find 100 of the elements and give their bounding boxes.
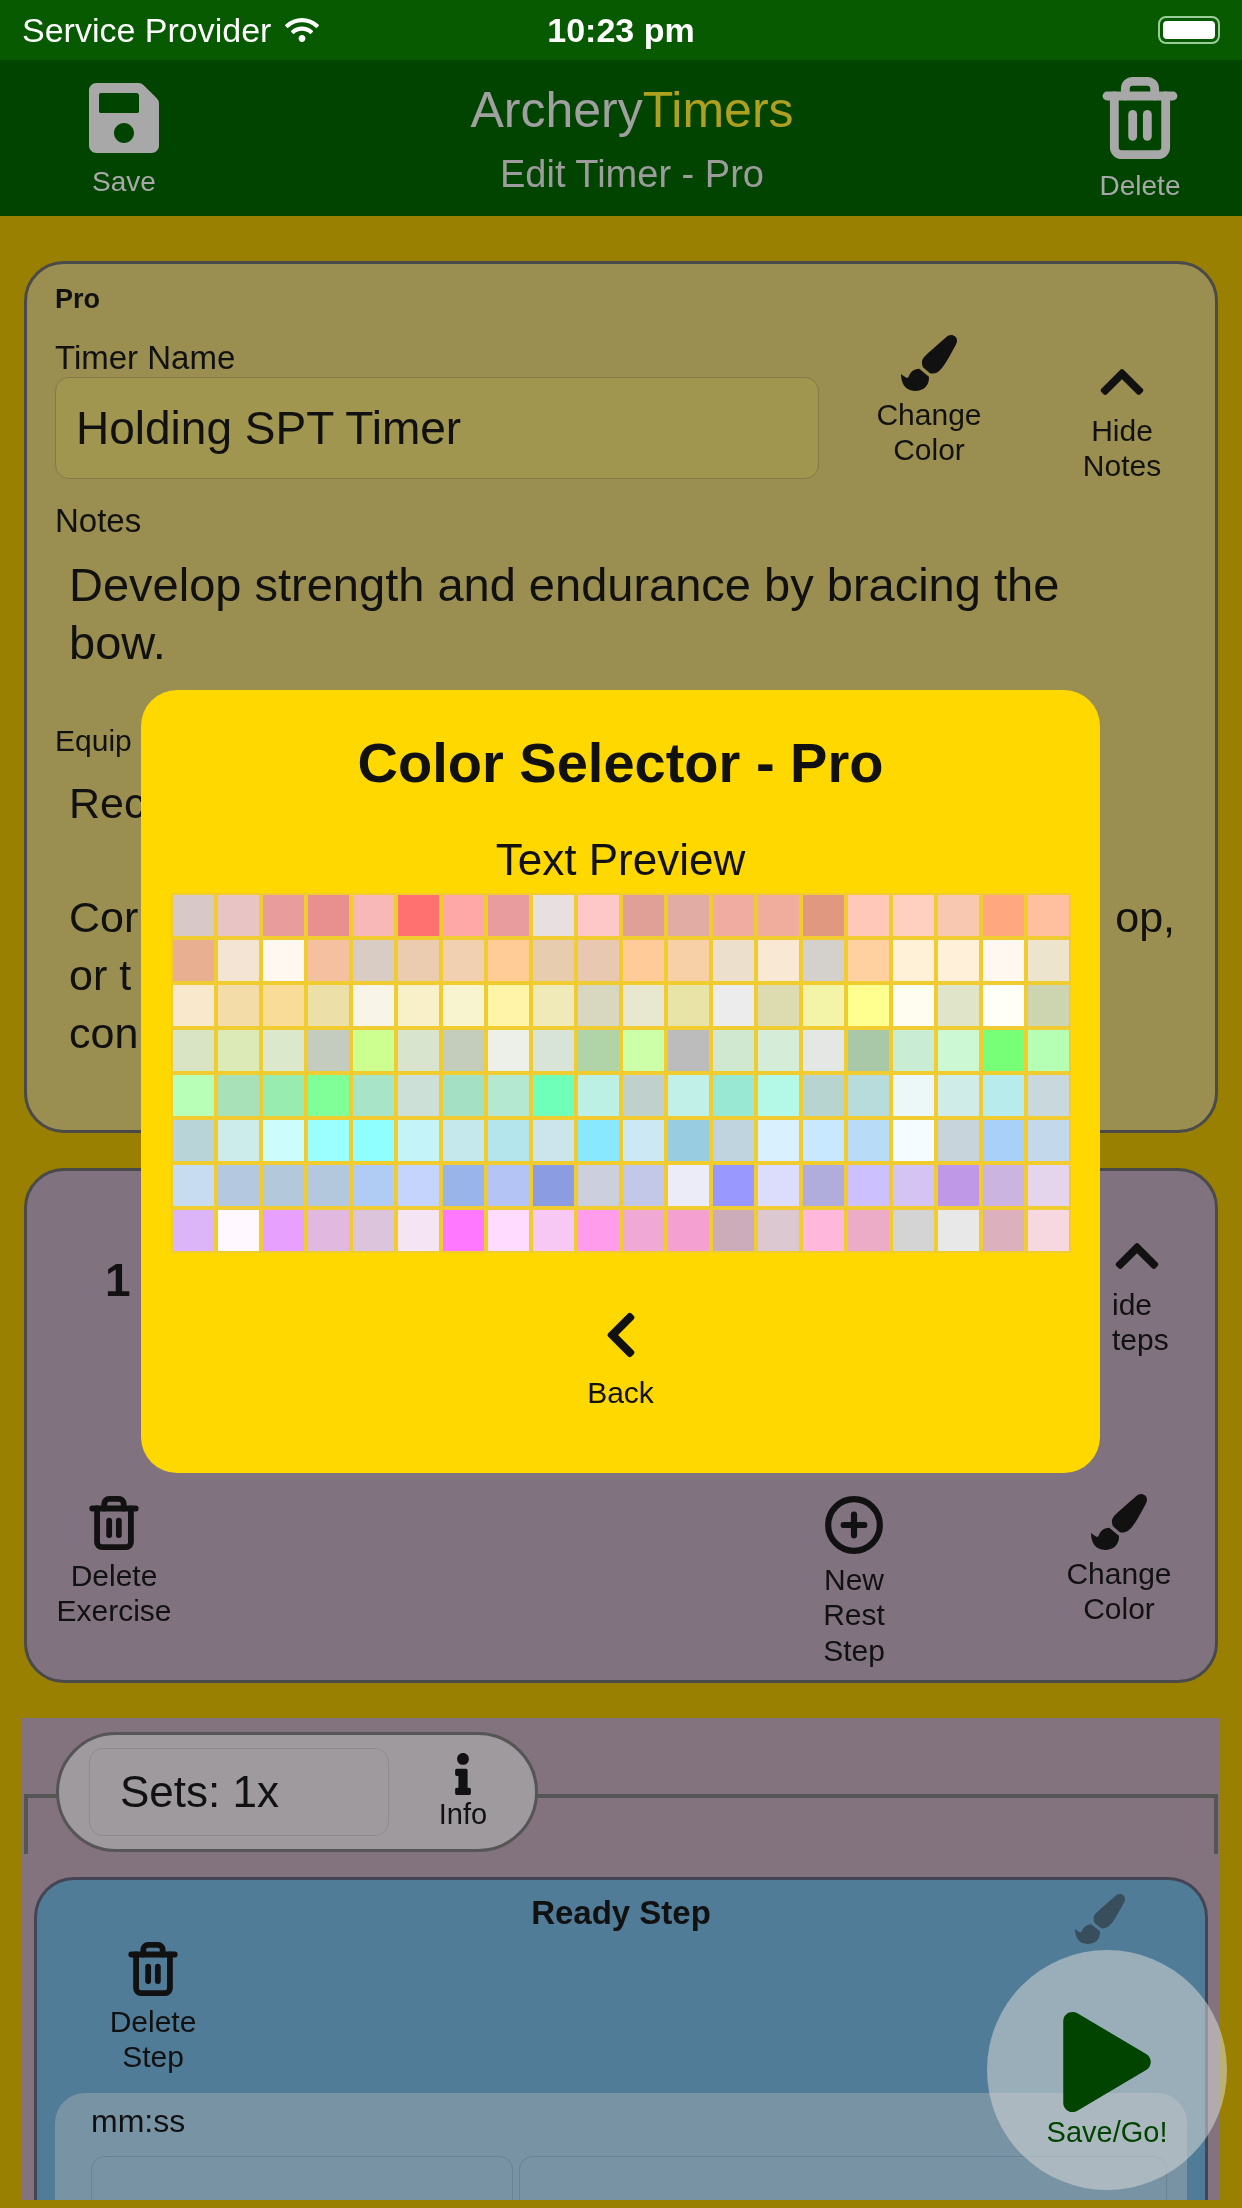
color-swatch[interactable] bbox=[395, 1073, 441, 1118]
color-swatch[interactable] bbox=[575, 1073, 621, 1118]
color-swatch[interactable] bbox=[935, 893, 981, 938]
color-swatch[interactable] bbox=[800, 983, 846, 1028]
color-swatch[interactable] bbox=[170, 1028, 216, 1073]
color-swatch[interactable] bbox=[170, 938, 216, 983]
color-swatch[interactable] bbox=[350, 1163, 396, 1208]
color-swatch[interactable] bbox=[260, 1028, 306, 1073]
step-name-field[interactable] bbox=[519, 2155, 1167, 2200]
color-swatch[interactable] bbox=[890, 1208, 936, 1253]
color-swatch[interactable] bbox=[350, 1118, 396, 1163]
color-swatch[interactable] bbox=[800, 1118, 846, 1163]
color-swatch[interactable] bbox=[800, 893, 846, 938]
color-swatch[interactable] bbox=[530, 1073, 576, 1118]
color-swatch[interactable] bbox=[440, 1208, 486, 1253]
color-swatch[interactable] bbox=[710, 938, 756, 983]
color-swatch[interactable] bbox=[305, 1073, 351, 1118]
color-swatch[interactable] bbox=[350, 893, 396, 938]
color-swatch[interactable] bbox=[665, 1028, 711, 1073]
delete-button[interactable]: Delete bbox=[1078, 74, 1202, 202]
color-swatch[interactable] bbox=[350, 1028, 396, 1073]
color-swatch[interactable] bbox=[485, 1163, 531, 1208]
color-swatch[interactable] bbox=[845, 1073, 891, 1118]
color-swatch[interactable] bbox=[305, 1163, 351, 1208]
info-button[interactable]: Info bbox=[413, 1752, 513, 1832]
color-swatch[interactable] bbox=[845, 1118, 891, 1163]
color-swatch[interactable] bbox=[575, 983, 621, 1028]
color-swatch[interactable] bbox=[170, 1073, 216, 1118]
color-swatch[interactable] bbox=[665, 1073, 711, 1118]
color-swatch[interactable] bbox=[350, 983, 396, 1028]
color-swatch[interactable] bbox=[800, 938, 846, 983]
color-swatch[interactable] bbox=[620, 983, 666, 1028]
color-swatch[interactable] bbox=[845, 1163, 891, 1208]
color-swatch[interactable] bbox=[215, 1208, 261, 1253]
color-swatch[interactable] bbox=[620, 1118, 666, 1163]
color-swatch[interactable] bbox=[935, 983, 981, 1028]
color-swatch[interactable] bbox=[440, 983, 486, 1028]
color-swatch[interactable] bbox=[710, 1028, 756, 1073]
color-swatch[interactable] bbox=[800, 1028, 846, 1073]
color-swatch[interactable] bbox=[800, 1073, 846, 1118]
color-swatch[interactable] bbox=[575, 1118, 621, 1163]
color-swatch[interactable] bbox=[1025, 1073, 1071, 1118]
delete-exercise-button[interactable]: Delete Exercise bbox=[39, 1493, 189, 1629]
color-swatch[interactable] bbox=[935, 1118, 981, 1163]
color-swatch[interactable] bbox=[665, 893, 711, 938]
color-swatch[interactable] bbox=[485, 893, 531, 938]
color-swatch[interactable] bbox=[350, 1208, 396, 1253]
hide-notes-button[interactable]: Hide Notes bbox=[1057, 357, 1187, 484]
color-swatch[interactable] bbox=[845, 938, 891, 983]
color-swatch[interactable] bbox=[350, 1073, 396, 1118]
color-swatch[interactable] bbox=[305, 983, 351, 1028]
color-swatch[interactable] bbox=[845, 1028, 891, 1073]
color-swatch[interactable] bbox=[890, 938, 936, 983]
color-swatch[interactable] bbox=[1025, 1208, 1071, 1253]
color-swatch[interactable] bbox=[1025, 938, 1071, 983]
color-swatch[interactable] bbox=[440, 938, 486, 983]
color-swatch[interactable] bbox=[980, 983, 1026, 1028]
color-swatch[interactable] bbox=[395, 1118, 441, 1163]
color-swatch[interactable] bbox=[665, 983, 711, 1028]
color-swatch[interactable] bbox=[620, 1163, 666, 1208]
color-swatch[interactable] bbox=[935, 1208, 981, 1253]
color-swatch[interactable] bbox=[530, 893, 576, 938]
color-swatch[interactable] bbox=[980, 1028, 1026, 1073]
color-swatch[interactable] bbox=[215, 1163, 261, 1208]
color-swatch[interactable] bbox=[980, 1073, 1026, 1118]
color-swatch[interactable] bbox=[305, 938, 351, 983]
color-swatch[interactable] bbox=[665, 1163, 711, 1208]
color-swatch[interactable] bbox=[170, 1163, 216, 1208]
color-swatch[interactable] bbox=[935, 1028, 981, 1073]
color-swatch[interactable] bbox=[530, 983, 576, 1028]
color-swatch[interactable] bbox=[800, 1208, 846, 1253]
color-swatch[interactable] bbox=[890, 1118, 936, 1163]
color-swatch[interactable] bbox=[530, 1208, 576, 1253]
color-swatch[interactable] bbox=[440, 1028, 486, 1073]
color-swatch[interactable] bbox=[440, 1073, 486, 1118]
color-swatch[interactable] bbox=[620, 938, 666, 983]
color-swatch[interactable] bbox=[845, 983, 891, 1028]
color-swatch[interactable] bbox=[485, 1118, 531, 1163]
color-swatch[interactable] bbox=[935, 1163, 981, 1208]
timer-name-field[interactable]: Holding SPT Timer bbox=[55, 377, 819, 479]
color-swatch[interactable] bbox=[1025, 893, 1071, 938]
color-swatch[interactable] bbox=[710, 1118, 756, 1163]
color-swatch[interactable] bbox=[755, 1118, 801, 1163]
color-swatch[interactable] bbox=[305, 1118, 351, 1163]
color-swatch[interactable] bbox=[305, 1208, 351, 1253]
color-swatch[interactable] bbox=[980, 1163, 1026, 1208]
time-field[interactable] bbox=[91, 2155, 513, 2200]
color-swatch[interactable] bbox=[395, 1208, 441, 1253]
color-swatch[interactable] bbox=[665, 938, 711, 983]
color-swatch[interactable] bbox=[485, 1073, 531, 1118]
color-swatch[interactable] bbox=[260, 983, 306, 1028]
hide-steps-button[interactable]: ide teps bbox=[1112, 1231, 1187, 1358]
color-swatch[interactable] bbox=[530, 938, 576, 983]
color-swatch[interactable] bbox=[755, 938, 801, 983]
color-swatch[interactable] bbox=[1025, 1118, 1071, 1163]
color-swatch[interactable] bbox=[215, 893, 261, 938]
color-swatch[interactable] bbox=[755, 893, 801, 938]
color-swatch[interactable] bbox=[395, 938, 441, 983]
color-swatch[interactable] bbox=[575, 1208, 621, 1253]
color-swatch[interactable] bbox=[215, 983, 261, 1028]
